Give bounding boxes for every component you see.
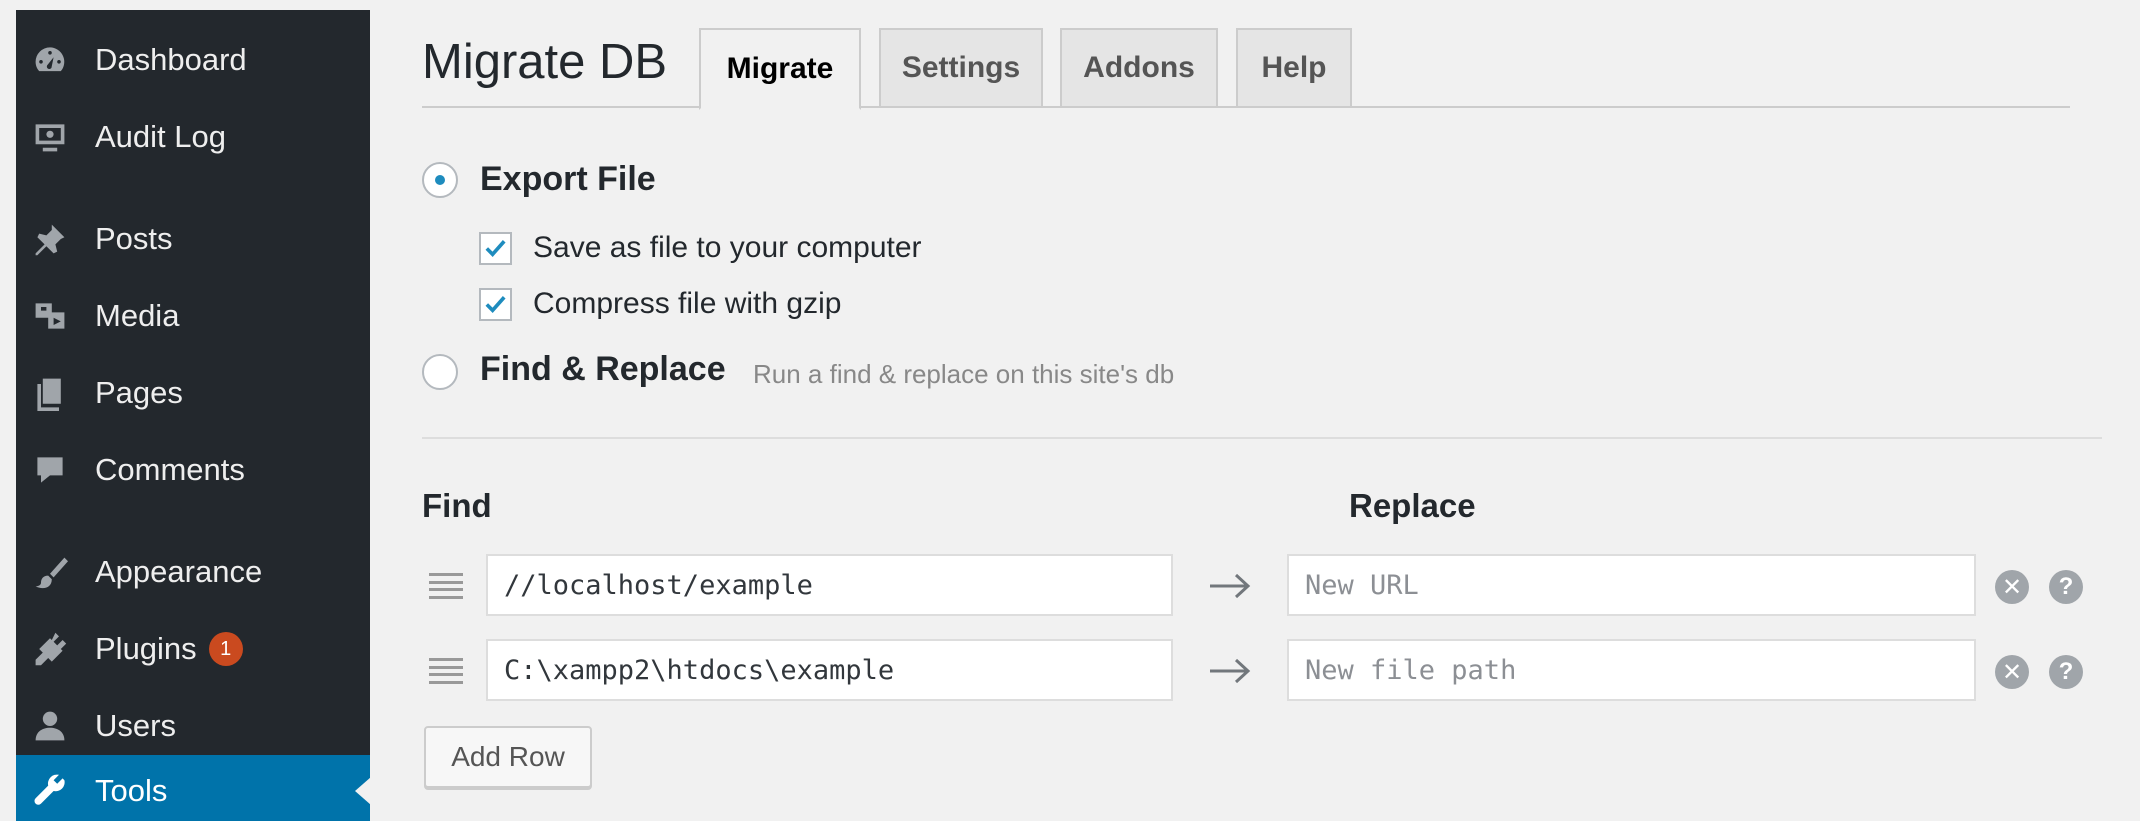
sidebar-item-pages[interactable]: Pages (16, 357, 370, 429)
sidebar-item-label: Dashboard (95, 42, 247, 77)
sidebar-item-appearance[interactable]: Appearance (16, 536, 370, 608)
user-icon (30, 706, 70, 746)
media-icon (30, 296, 70, 336)
gzip-label: Compress file with gzip (533, 287, 842, 320)
find-replace-description: Run a find & replace on this site's db (753, 359, 1175, 389)
sidebar-item-label: Audit Log (95, 119, 226, 154)
sidebar-item-media[interactable]: Media (16, 280, 370, 352)
admin-sidebar: Dashboard Audit Log Posts Media Pages Co… (16, 10, 371, 821)
find-column-header: Find (422, 487, 492, 524)
sidebar-item-tools[interactable]: Tools (16, 755, 371, 821)
pin-icon (30, 219, 70, 259)
dashboard-icon (30, 40, 70, 80)
update-count-badge: 1 (208, 632, 243, 666)
section-divider (422, 437, 2102, 439)
replace-input[interactable] (1287, 554, 1976, 616)
plug-icon (30, 629, 70, 669)
tab-help[interactable]: Help (1236, 28, 1352, 108)
sidebar-item-comments[interactable]: Comments (16, 434, 370, 506)
sidebar-item-dashboard[interactable]: Dashboard (16, 24, 370, 96)
replace-column-header: Replace (1349, 487, 1476, 524)
tab-migrate[interactable]: Migrate (699, 28, 861, 110)
sidebar-item-plugins[interactable]: Plugins 1 (16, 613, 370, 685)
save-file-checkbox[interactable] (479, 232, 512, 265)
help-icon[interactable]: ? (2049, 655, 2083, 689)
add-row-button[interactable]: Add Row (424, 726, 592, 788)
sidebar-item-label: Comments (95, 452, 245, 487)
checkmark-icon (485, 296, 506, 313)
arrow-right-icon (1210, 658, 1251, 684)
export-file-radio[interactable] (422, 162, 458, 198)
export-file-label: Export File (480, 160, 656, 198)
gzip-checkbox[interactable] (479, 288, 512, 321)
drag-handle-icon[interactable] (429, 573, 463, 599)
page-title: Migrate DB (422, 35, 668, 89)
sidebar-item-audit-log[interactable]: Audit Log (16, 101, 370, 173)
sidebar-item-label: Pages (95, 375, 183, 410)
sidebar-item-label: Media (95, 298, 180, 333)
sidebar-item-label: Tools (95, 773, 168, 808)
sidebar-item-users[interactable]: Users (16, 690, 370, 762)
sidebar-item-label: Users (95, 708, 176, 743)
drag-handle-icon[interactable] (429, 658, 463, 684)
find-input[interactable] (486, 554, 1173, 616)
sidebar-item-posts[interactable]: Posts (16, 203, 370, 275)
arrow-right-icon (1210, 573, 1251, 599)
find-input[interactable] (486, 639, 1173, 701)
remove-row-icon[interactable]: ✕ (1995, 655, 2029, 689)
checkmark-icon (485, 240, 506, 257)
find-replace-radio[interactable] (422, 354, 458, 390)
tab-settings[interactable]: Settings (879, 28, 1043, 108)
sidebar-item-label: Plugins (95, 631, 197, 666)
help-icon[interactable]: ? (2049, 570, 2083, 604)
monitor-icon (30, 117, 70, 157)
find-replace-label: Find & Replace (480, 350, 726, 388)
replace-input[interactable] (1287, 639, 1976, 701)
pages-icon (30, 373, 70, 413)
wrench-icon (30, 771, 70, 811)
sidebar-item-label: Posts (95, 221, 173, 256)
save-file-label: Save as file to your computer (533, 231, 922, 264)
paintbrush-icon (30, 552, 70, 592)
comment-icon (30, 450, 70, 490)
remove-row-icon[interactable]: ✕ (1995, 570, 2029, 604)
tab-addons[interactable]: Addons (1060, 28, 1218, 108)
sidebar-item-label: Appearance (95, 554, 263, 589)
